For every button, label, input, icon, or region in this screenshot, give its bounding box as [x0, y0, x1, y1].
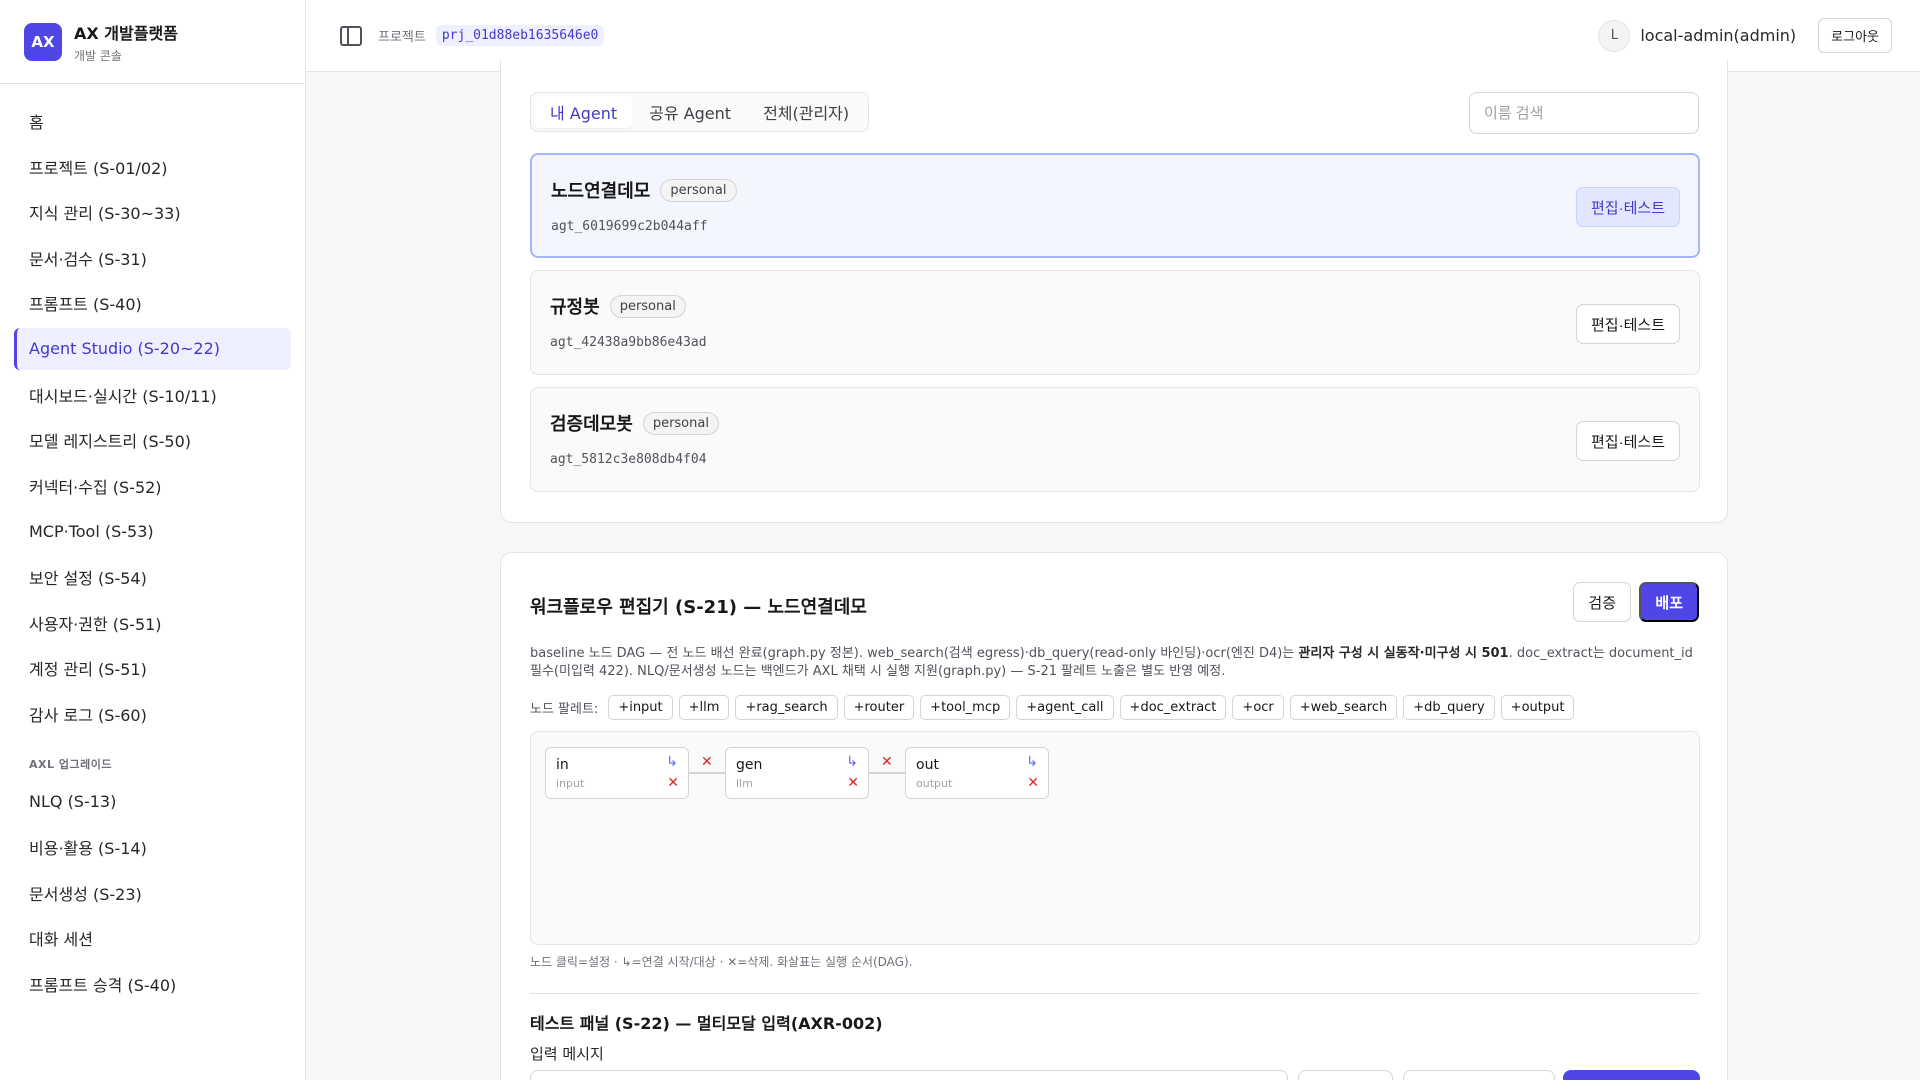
delete-icon[interactable]: ✕: [847, 775, 859, 791]
edit-test-button[interactable]: 편집·테스트: [1576, 421, 1680, 461]
project-id: prj_01d88eb1635646e0: [435, 25, 605, 46]
run-button[interactable]: [1563, 1070, 1700, 1080]
message-input[interactable]: [530, 1070, 1288, 1080]
brand: AX AX 개발플랫폼 개발 콘솔: [0, 0, 305, 84]
palette-chip-rag-search[interactable]: +rag_search: [735, 695, 838, 720]
node-type: llm: [736, 777, 753, 790]
sidebar-item-prompt-promotion[interactable]: 프롬프트 승격 (S-40): [14, 963, 291, 1005]
link-icon[interactable]: ↳: [846, 754, 858, 770]
agent-row[interactable]: 검증데모봇 personal agt_5812c3e808db4f04 편집·테…: [530, 387, 1700, 492]
attach-button[interactable]: [1298, 1070, 1393, 1080]
sidebar-item-cost[interactable]: 비용·활용 (S-14): [14, 826, 291, 868]
sidebar-item-chat-sessions[interactable]: 대화 세션: [14, 917, 291, 959]
deploy-button[interactable]: 배포: [1639, 582, 1699, 622]
workflow-canvas[interactable]: in input ↳ ✕ ✕ gen llm ↳ ✕ ✕ out output …: [530, 731, 1700, 945]
node-palette: 노드 팔레트: +input +llm +rag_search +router …: [530, 695, 1580, 720]
sidebar-nav: 홈 프로젝트 (S-01/02) 지식 관리 (S-30~33) 문서·검수 (…: [0, 84, 305, 1024]
workflow-node[interactable]: gen llm ↳ ✕: [725, 747, 869, 799]
verify-button[interactable]: 검증: [1573, 582, 1631, 622]
agent-id: agt_42438a9bb86e43ad: [550, 335, 707, 350]
node-type: output: [916, 777, 953, 790]
palette-chip-ocr[interactable]: +ocr: [1232, 695, 1284, 720]
palette-chip-llm[interactable]: +llm: [678, 695, 730, 720]
sidebar-item-prompts[interactable]: 프롬프트 (S-40): [14, 282, 291, 324]
workflow-node[interactable]: out output ↳ ✕: [905, 747, 1049, 799]
workflow-node[interactable]: in input ↳ ✕: [545, 747, 689, 799]
palette-chip-agent-call[interactable]: +agent_call: [1016, 695, 1114, 720]
agent-row[interactable]: 노드연결데모 personal agt_6019699c2b044aff 편집·…: [530, 153, 1700, 258]
sidebar-item-connectors[interactable]: 커넥터·수집 (S-52): [14, 465, 291, 507]
palette-chip-doc-extract[interactable]: +doc_extract: [1119, 695, 1227, 720]
agent-name: 노드연결데모: [551, 181, 651, 202]
brand-logo: AX: [24, 22, 62, 61]
agent-name: 규정봇: [550, 297, 600, 318]
edit-test-button[interactable]: 편집·테스트: [1576, 304, 1680, 344]
palette-chip-tool-mcp[interactable]: +tool_mcp: [920, 695, 1011, 720]
tab-all-admin[interactable]: 전체(관리자): [747, 96, 865, 128]
sidebar: AX AX 개발플랫폼 개발 콘솔 홈 프로젝트 (S-01/02) 지식 관리…: [0, 0, 306, 1080]
node-name: gen: [736, 757, 763, 773]
sidebar-item-home[interactable]: 홈: [14, 100, 291, 142]
sidebar-item-projects[interactable]: 프로젝트 (S-01/02): [14, 146, 291, 188]
tab-my-agents[interactable]: 내 Agent: [534, 96, 634, 128]
workflow-title: 워크플로우 편집기 (S-21) — 노드연결데모: [530, 597, 867, 618]
mode-select[interactable]: [1403, 1070, 1555, 1080]
brand-title: AX 개발플랫폼: [74, 23, 178, 43]
palette-chip-input[interactable]: +input: [608, 695, 673, 720]
edit-test-button[interactable]: 편집·테스트: [1576, 187, 1680, 227]
palette-chip-web-search[interactable]: +web_search: [1289, 695, 1398, 720]
agent-badge: personal: [642, 411, 719, 435]
tab-shared-agents[interactable]: 공유 Agent: [633, 96, 747, 128]
link-icon[interactable]: ↳: [666, 754, 678, 770]
sidebar-item-knowledge[interactable]: 지식 관리 (S-30~33): [14, 191, 291, 233]
sidebar-section-label: AXL 업그레이드: [29, 758, 112, 772]
node-type: input: [556, 777, 585, 790]
palette-label: 노드 팔레트:: [530, 702, 599, 717]
workflow-description: baseline 노드 DAG — 전 노드 배선 완료(graph.py 정본…: [530, 646, 1693, 679]
agent-badge: personal: [660, 178, 737, 202]
agent-badge: personal: [609, 294, 686, 318]
palette-chip-db-query[interactable]: +db_query: [1403, 695, 1495, 720]
test-panel-title: 테스트 패널 (S-22) — 멀티모달 입력(AXR-002): [530, 1014, 883, 1033]
project-label: 프로젝트: [378, 30, 426, 45]
node-name: out: [916, 757, 939, 773]
sidebar-item-mcp-tool[interactable]: MCP·Tool (S-53): [14, 510, 291, 552]
sidebar-item-users[interactable]: 사용자·권한 (S-51): [14, 602, 291, 644]
edge-delete-icon[interactable]: ✕: [701, 754, 713, 770]
edge-line: [689, 772, 725, 774]
agent-row[interactable]: 규정봇 personal agt_42438a9bb86e43ad 편집·테스트: [530, 270, 1700, 375]
agent-tabs: 내 Agent 공유 Agent 전체(관리자): [530, 92, 870, 132]
sidebar-item-docgen[interactable]: 문서생성 (S-23): [14, 872, 291, 914]
sidebar-item-nlq[interactable]: NLQ (S-13): [14, 780, 291, 822]
canvas-hint: 노드 클릭=설정 · ↳=연결 시작/대상 · ✕=삭제. 화살표는 실행 순서…: [530, 955, 913, 969]
user-name: local-admin(admin): [1640, 26, 1797, 45]
palette-chip-output[interactable]: +output: [1500, 695, 1575, 720]
agent-id: agt_6019699c2b044aff: [551, 219, 708, 234]
search-input[interactable]: [1469, 92, 1699, 134]
sidebar-item-audit-log[interactable]: 감사 로그 (S-60): [14, 693, 291, 735]
brand-subtitle: 개발 콘솔: [74, 48, 122, 63]
node-name: in: [556, 757, 569, 773]
agent-id: agt_5812c3e808db4f04: [550, 452, 707, 467]
logout-button[interactable]: 로그아웃: [1818, 18, 1892, 53]
sidebar-item-accounts[interactable]: 계정 관리 (S-51): [14, 647, 291, 689]
sidebar-item-documents[interactable]: 문서·검수 (S-31): [14, 237, 291, 279]
divider: [530, 993, 1700, 994]
sidebar-toggle-icon[interactable]: [340, 25, 362, 46]
sidebar-item-agent-studio[interactable]: Agent Studio (S-20~22): [14, 327, 291, 370]
avatar: L: [1598, 19, 1631, 52]
delete-icon[interactable]: ✕: [1027, 775, 1039, 791]
palette-chip-router[interactable]: +router: [843, 695, 915, 720]
edge-line: [869, 772, 905, 774]
edge-delete-icon[interactable]: ✕: [881, 754, 893, 770]
delete-icon[interactable]: ✕: [667, 775, 679, 791]
agent-name: 검증데모봇: [550, 414, 633, 435]
link-icon[interactable]: ↳: [1026, 754, 1038, 770]
input-message-label: 입력 메시지: [530, 1045, 604, 1063]
workflow-editor-card: 워크플로우 편집기 (S-21) — 노드연결데모 검증 배포 baseline…: [500, 552, 1728, 1080]
agent-list-card: 내 Agent 공유 Agent 전체(관리자) 노드연결데모 personal…: [500, 60, 1728, 523]
sidebar-item-model-registry[interactable]: 모델 레지스트리 (S-50): [14, 419, 291, 461]
sidebar-item-security[interactable]: 보안 설정 (S-54): [14, 556, 291, 598]
sidebar-item-dashboard[interactable]: 대시보드·실시간 (S-10/11): [14, 374, 291, 416]
